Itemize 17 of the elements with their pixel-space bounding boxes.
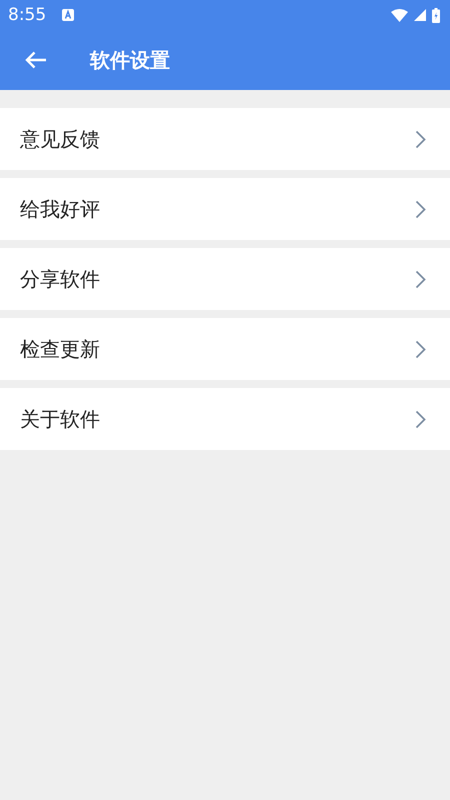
battery-icon — [432, 8, 440, 22]
chevron-icon — [415, 130, 426, 148]
settings-item[interactable]: 意见反馈 — [0, 108, 450, 170]
chevron-icon — [415, 270, 426, 288]
status-time: 8:55 — [8, 5, 46, 25]
signal-icon — [414, 9, 426, 21]
back-arrow-icon — [25, 51, 47, 69]
screen-title: 软件设置 — [90, 46, 170, 74]
settings-item[interactable]: 检查更新 — [0, 318, 450, 380]
settings-item[interactable]: 分享软件 — [0, 248, 450, 310]
chevron-icon — [415, 200, 426, 218]
notification-icon — [62, 9, 74, 21]
settings-item[interactable]: 给我好评 — [0, 178, 450, 240]
settings-item[interactable]: 关于软件 — [0, 388, 450, 450]
wifi-icon — [391, 8, 408, 22]
chevron-icon — [415, 410, 426, 428]
chevron-icon — [415, 340, 426, 358]
